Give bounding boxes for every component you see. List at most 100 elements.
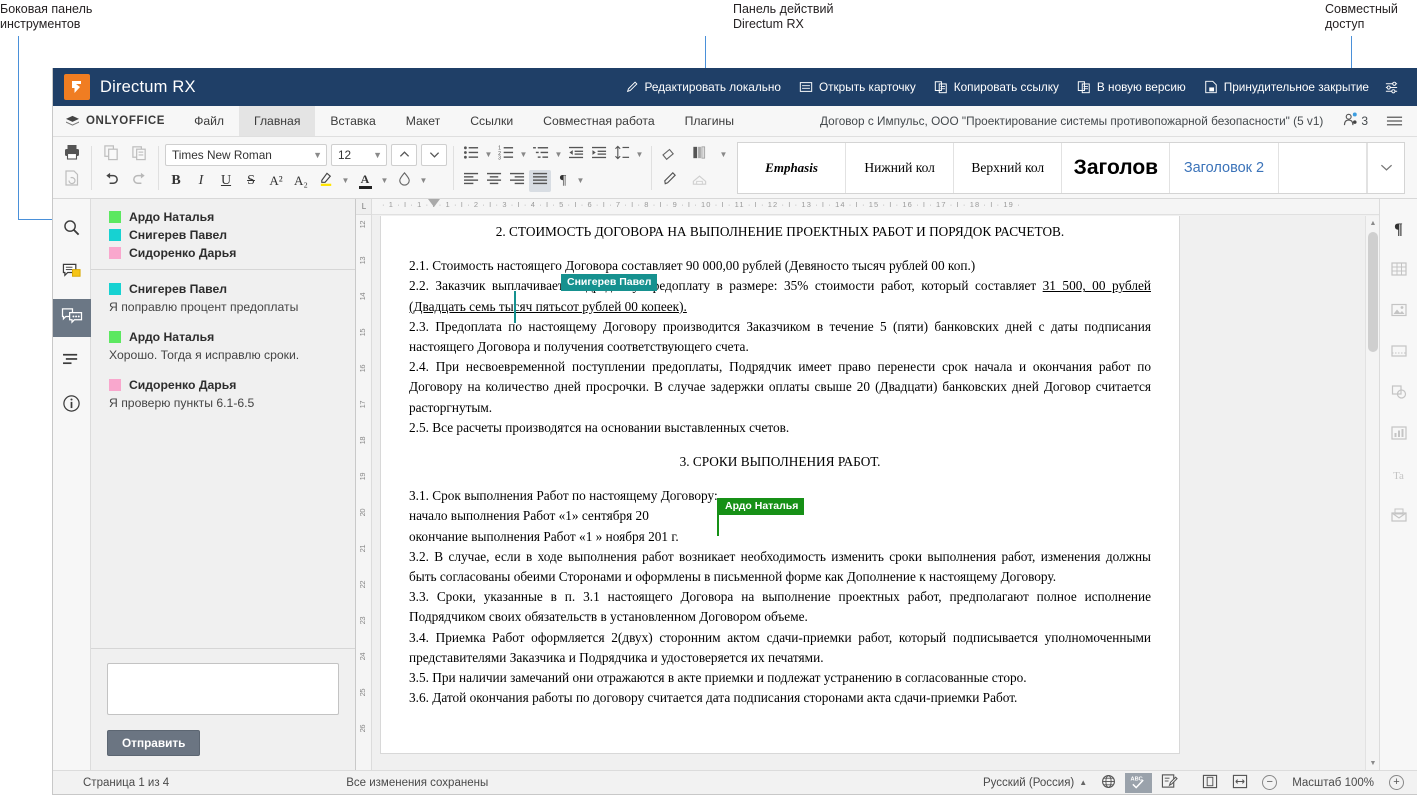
font-color-caret[interactable]: ▼	[379, 170, 390, 192]
shading-caret[interactable]: ▼	[418, 170, 429, 192]
scrollbar-thumb[interactable]	[1368, 232, 1378, 352]
redo-button[interactable]	[126, 170, 152, 192]
shading-button[interactable]	[393, 170, 415, 192]
decrease-font-button[interactable]	[421, 144, 447, 166]
fit-width-button[interactable]	[1227, 773, 1253, 793]
tab-layout[interactable]: Макет	[391, 106, 456, 136]
paragraph-settings-button[interactable]: ¶	[1384, 213, 1414, 247]
vruler-label: 20	[358, 509, 367, 516]
text-art-settings-button[interactable]: Ta	[1384, 459, 1414, 493]
align-left-button[interactable]	[460, 170, 482, 192]
spellcheck-button[interactable]: ABC	[1125, 773, 1152, 793]
settings-sliders-icon[interactable]	[1378, 77, 1409, 98]
highlight-color-caret[interactable]: ▼	[340, 170, 351, 192]
document-page[interactable]: 2. СТОИМОСТЬ ДОГОВОРА НА ВЫПОЛНЕНИЕ ПРОЕ…	[380, 216, 1180, 754]
bullets-button[interactable]	[460, 144, 482, 166]
document-scrollbar[interactable]: ▲ ▼	[1365, 216, 1379, 770]
increase-font-button[interactable]	[391, 144, 417, 166]
align-center-button[interactable]	[483, 170, 505, 192]
scroll-down-arrow[interactable]: ▼	[1366, 756, 1379, 770]
style-footer[interactable]: Нижний кол	[846, 143, 954, 193]
bullets-caret[interactable]: ▼	[483, 144, 494, 166]
tab-file[interactable]: Файл	[179, 106, 239, 136]
sidebar-item-chat[interactable]	[53, 299, 91, 337]
font-name-input[interactable]: Times New Roman ▼	[165, 144, 327, 166]
style-blank[interactable]	[1279, 143, 1368, 193]
tab-collaboration[interactable]: Совместная работа	[528, 106, 670, 136]
show-formatting-icon: ¶	[560, 173, 566, 189]
table-settings-button[interactable]	[1384, 254, 1414, 288]
tab-insert[interactable]: Вставка	[315, 106, 390, 136]
track-changes-button[interactable]	[1156, 773, 1183, 793]
numbering-button[interactable]: 123	[495, 144, 517, 166]
header-footer-settings-button[interactable]	[1384, 336, 1414, 370]
set-document-language-button[interactable]	[1096, 773, 1121, 793]
print-button[interactable]	[59, 144, 85, 166]
copy-button[interactable]	[98, 144, 124, 166]
style-gallery-expand[interactable]	[1367, 143, 1403, 193]
sidebar-item-search[interactable]	[53, 211, 91, 249]
style-heading2[interactable]: Заголовок 2	[1170, 143, 1278, 193]
subscript-button[interactable]: A₂	[290, 170, 312, 192]
copy-link-button[interactable]: Копировать ссылку	[925, 77, 1068, 97]
shape-settings-button[interactable]	[1384, 377, 1414, 411]
edit-locally-button[interactable]: Редактировать локально	[616, 77, 790, 97]
color-scheme-caret[interactable]: ▼	[718, 144, 729, 166]
style-emphasis[interactable]: Emphasis	[738, 143, 846, 193]
font-size-input[interactable]: 12 ▼	[331, 144, 387, 166]
style-heading1[interactable]: Заголов	[1062, 143, 1170, 193]
sidebar-item-comments[interactable]	[53, 255, 91, 293]
indent-marker[interactable]	[428, 199, 440, 207]
show-formatting-caret[interactable]: ▼	[575, 170, 586, 192]
vertical-ruler[interactable]: L 12 13 14 15 16 17 18 19 20 21 22 23 24…	[356, 199, 372, 770]
line-spacing-caret[interactable]: ▼	[634, 144, 645, 166]
new-version-button[interactable]: В новую версию	[1068, 77, 1195, 97]
tab-home[interactable]: Главная	[239, 106, 315, 136]
increase-indent-button[interactable]	[588, 144, 610, 166]
chat-send-button[interactable]: Отправить	[107, 730, 200, 756]
image-settings-button[interactable]	[1384, 295, 1414, 329]
hamburger-icon[interactable]	[1378, 106, 1417, 136]
multilevel-caret[interactable]: ▼	[553, 144, 564, 166]
sidebar-item-about[interactable]	[53, 387, 91, 425]
numbering-caret[interactable]: ▼	[518, 144, 529, 166]
sidebar-item-navigation[interactable]	[53, 343, 91, 381]
collaborators-button[interactable]: 3	[1333, 106, 1378, 136]
undo-button[interactable]	[98, 170, 124, 192]
paste-button[interactable]	[126, 144, 152, 166]
mail-merge-settings-button[interactable]	[1384, 500, 1414, 534]
decrease-indent-button[interactable]	[565, 144, 587, 166]
multilevel-list-button[interactable]	[530, 144, 552, 166]
tab-references[interactable]: Ссылки	[455, 106, 528, 136]
italic-button[interactable]: I	[190, 170, 212, 192]
force-close-button[interactable]: Принудительное закрытие	[1195, 77, 1378, 97]
open-card-button[interactable]: Открыть карточку	[790, 77, 925, 97]
align-justify-button[interactable]	[529, 170, 551, 192]
align-right-button[interactable]	[506, 170, 528, 192]
bold-button[interactable]: B	[165, 170, 187, 192]
quick-print-button[interactable]	[59, 170, 85, 192]
format-painter-button[interactable]	[658, 170, 680, 192]
clear-style-button[interactable]	[658, 144, 680, 166]
style-header[interactable]: Верхний кол	[954, 143, 1062, 193]
line-spacing-button[interactable]	[611, 144, 633, 166]
ruler-corner[interactable]: L	[356, 199, 372, 215]
chat-input[interactable]	[107, 663, 339, 715]
tab-plugins[interactable]: Плагины	[670, 106, 749, 136]
show-formatting-button[interactable]: ¶	[552, 170, 574, 192]
zoom-in-button[interactable]: +	[1384, 773, 1409, 793]
language-selector[interactable]: Русский (Россия) ▲	[978, 773, 1092, 793]
font-color-button[interactable]: A	[354, 170, 376, 192]
insert-object-button[interactable]	[688, 170, 710, 192]
chart-settings-button[interactable]	[1384, 418, 1414, 452]
strikethrough-button[interactable]: S	[240, 170, 262, 192]
zoom-out-button[interactable]: −	[1257, 773, 1282, 793]
fit-page-button[interactable]	[1197, 773, 1223, 793]
document-content[interactable]: 2. СТОИМОСТЬ ДОГОВОРА НА ВЫПОЛНЕНИЕ ПРОЕ…	[381, 216, 1179, 708]
horizontal-ruler[interactable]: · 1 · I · 1 · I · 1 · I · 2 · I · 3 · I …	[372, 199, 1379, 215]
color-scheme-button[interactable]	[688, 144, 710, 166]
underline-button[interactable]: U	[215, 170, 237, 192]
superscript-button[interactable]: A²	[265, 170, 287, 192]
scroll-up-arrow[interactable]: ▲	[1366, 216, 1379, 230]
highlight-color-button[interactable]	[315, 170, 337, 192]
